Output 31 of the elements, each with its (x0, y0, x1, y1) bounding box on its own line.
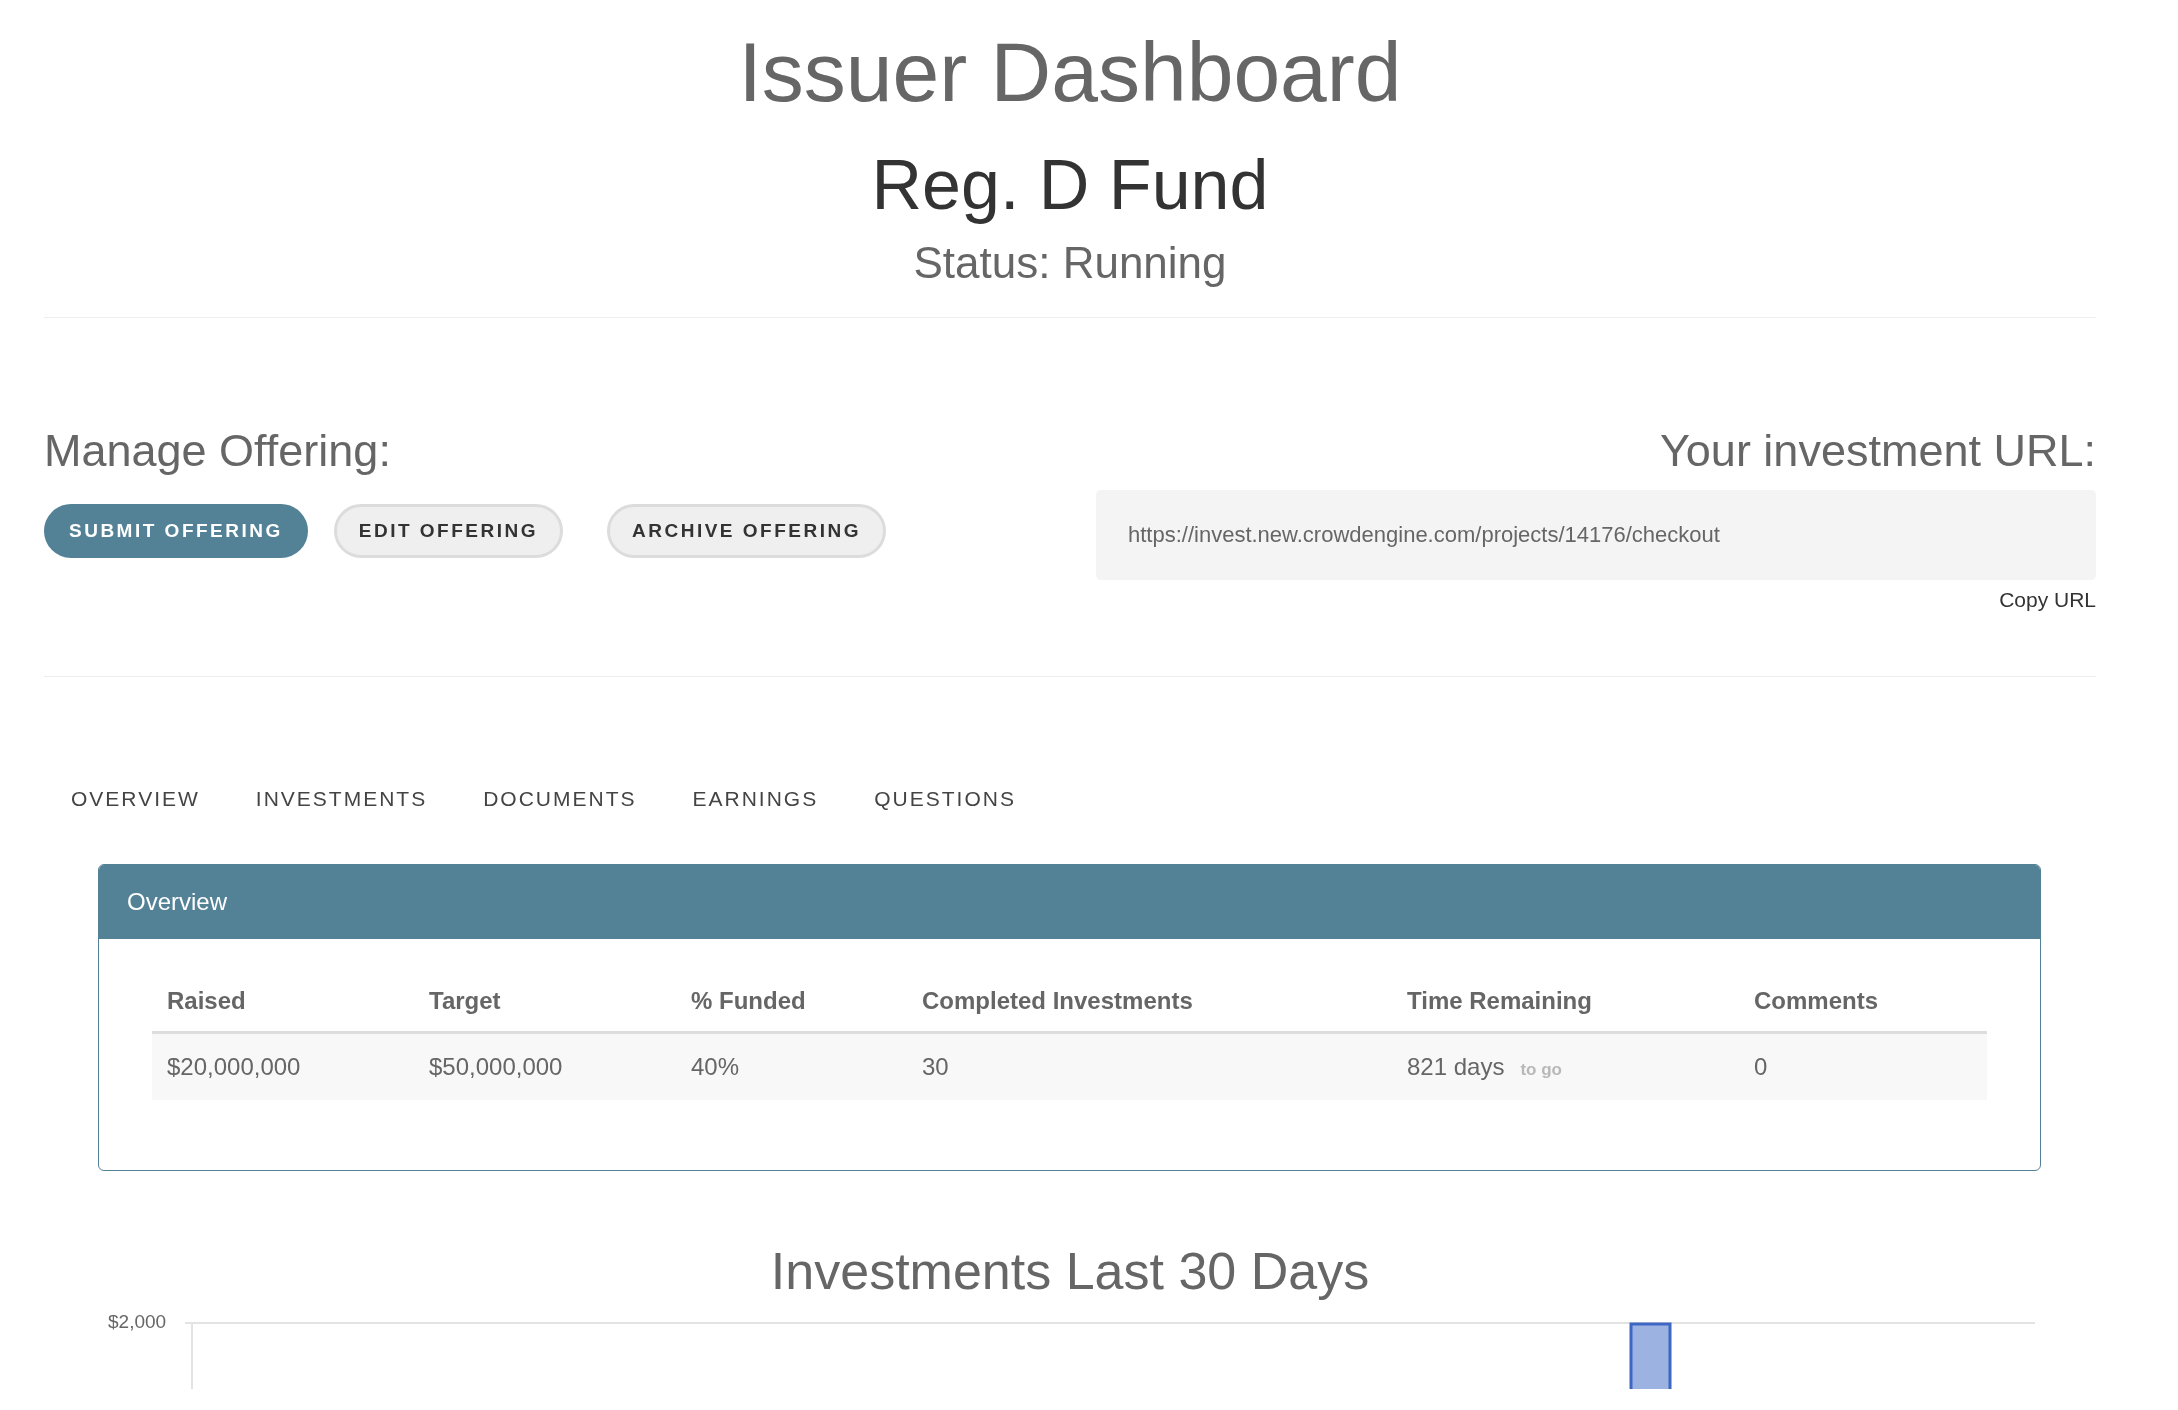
tab[interactable]: INVESTMENTS (255, 787, 428, 820)
column-header: Completed Investments (921, 987, 1194, 1015)
cell-note: to go (1520, 1060, 1562, 1079)
offering-status: Status: Running (912, 237, 1228, 289)
offering-action-button[interactable]: EDIT OFFERING (333, 504, 563, 558)
copy-url-link[interactable]: Copy URL (1999, 588, 2096, 612)
table-cell: 821 days (1407, 1053, 1505, 1080)
tab[interactable]: OVERVIEW (71, 787, 200, 820)
table-cell: 40% (691, 1053, 740, 1080)
column-header: Raised (166, 987, 247, 1015)
column-header: Time Remaining (1406, 987, 1593, 1015)
table-cell: 30 (922, 1053, 949, 1080)
section-heading: Your investment URL: (1659, 424, 2096, 478)
panel-title: Overview (127, 888, 228, 916)
offering-name: Reg. D Fund (870, 145, 1270, 225)
tab[interactable]: QUESTIONS (874, 787, 1016, 820)
tab[interactable]: DOCUMENTS (483, 787, 637, 820)
url-field[interactable]: https://invest.new.crowdengine.com/projects/14176/checkout (1096, 490, 2096, 580)
offering-action-button[interactable]: SUBMIT OFFERING (44, 504, 308, 558)
offering-action-button[interactable]: ARCHIVE OFFERING (607, 504, 886, 558)
section-heading: Manage Offering: (44, 424, 392, 478)
tab[interactable]: EARNINGS (692, 787, 819, 820)
column-header: % Funded (690, 987, 807, 1015)
chart-title: Investments Last 30 Days (769, 1241, 1371, 1301)
column-header: Target (428, 987, 502, 1015)
page-title: Issuer Dashboard (737, 24, 1403, 121)
table-cell: $50,000,000 (429, 1053, 563, 1080)
column-header: Comments (1753, 987, 1880, 1015)
table-cell: 0 (1754, 1053, 1768, 1080)
table-cell: $20,000,000 (167, 1053, 301, 1080)
axis-tick-label: $2,000 (108, 1311, 167, 1333)
